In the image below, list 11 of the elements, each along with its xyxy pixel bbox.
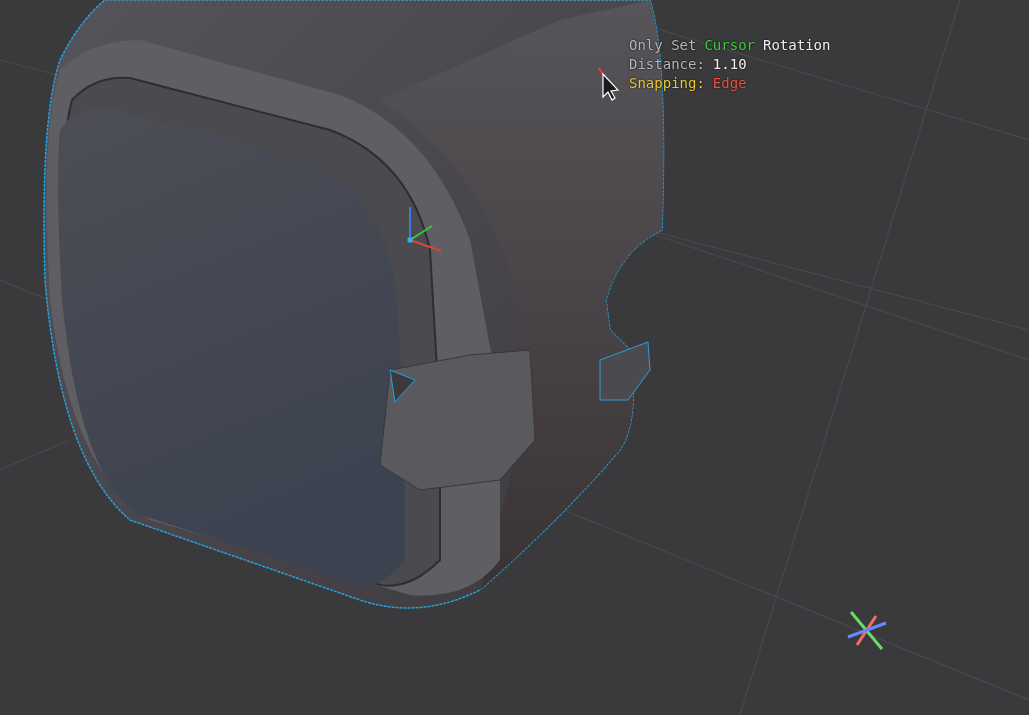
object-origin-axes-icon (407, 206, 442, 252)
mouse-pointer-icon (598, 67, 620, 101)
overlay-label: Snapping: (629, 74, 705, 93)
overlay-value: Edge (712, 74, 747, 93)
overlay-value: 1.10 (712, 55, 747, 74)
overlay-label: Only Set (629, 36, 697, 55)
overlay-value: Rotation (763, 36, 831, 55)
3d-viewport[interactable]: Only Set Cursor Rotation Distance: 1.10 Snapping: Edge (0, 0, 1029, 715)
overlay-label: Distance: (629, 55, 705, 74)
3d-cursor-icon (847, 611, 887, 650)
overlay-value: Cursor (704, 36, 755, 55)
